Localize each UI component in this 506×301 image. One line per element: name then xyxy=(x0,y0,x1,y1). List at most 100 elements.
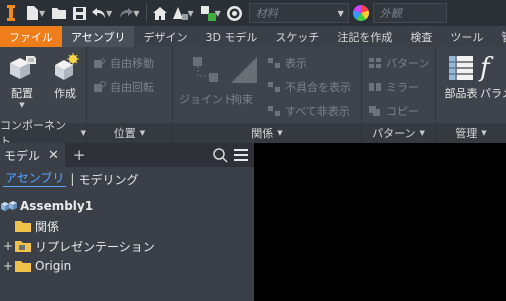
add-tab-icon[interactable]: + xyxy=(73,146,86,164)
free-rotate-button[interactable]: 自由回転 xyxy=(92,79,154,95)
tab-assembly[interactable]: アセンブリ xyxy=(62,26,135,47)
relationships-panel-title: 関係 xyxy=(251,127,274,140)
manage-panel-caret: ▼ xyxy=(481,129,487,137)
manage-panel: 部品表 f パラメ 管理▼ xyxy=(436,47,506,143)
material-dropdown-caret: ▼ xyxy=(337,8,344,18)
copy-button[interactable]: コピー xyxy=(368,103,419,119)
free-move-icon xyxy=(94,57,106,68)
manage-panel-title: 管理 xyxy=(455,127,478,140)
tree-node-representations[interactable]: + リプレゼンテーション xyxy=(0,236,254,256)
place-icon xyxy=(10,56,36,79)
manage-panel-footer[interactable]: 管理 ▼ xyxy=(436,123,506,143)
position-panel: 自由移動 自由回転 位置 ▼ xyxy=(87,47,173,143)
hide-all-icon xyxy=(268,106,280,116)
parameters-label: パラメ xyxy=(480,87,506,100)
show-sick-button[interactable]: 不具合を表示 xyxy=(267,79,351,95)
copy-icon xyxy=(369,106,380,116)
browser-tools xyxy=(212,147,250,163)
assembly-icon xyxy=(1,201,17,211)
pattern-button[interactable]: パターン xyxy=(368,55,429,71)
adjust-icon[interactable] xyxy=(225,3,245,23)
material-dropdown[interactable]: 材料 ▼ xyxy=(248,3,349,23)
inventor-app-icon[interactable] xyxy=(0,0,22,26)
position-panel-caret: ▼ xyxy=(139,129,146,137)
expand-icon[interactable]: + xyxy=(3,259,13,273)
redo-dropdown-caret[interactable]: ▼ xyxy=(133,9,139,18)
mirror-button[interactable]: ミラー xyxy=(368,79,419,95)
show-button[interactable]: 表示 xyxy=(267,55,307,71)
create-button[interactable]: 作成 xyxy=(47,53,83,101)
tab-tools[interactable]: ツール xyxy=(441,26,492,47)
pattern-panel-footer[interactable]: パターン ▼ xyxy=(362,123,435,143)
position-panel-title: 位置 xyxy=(113,127,136,140)
subtab-modeling[interactable]: モデリング xyxy=(78,171,138,188)
tree-node-assembly-root[interactable]: Assembly1 xyxy=(0,196,254,216)
constrain-icon xyxy=(231,57,257,83)
relationships-panel-footer[interactable]: 関係 ▼ xyxy=(173,123,361,143)
pattern-panel-title: パターン xyxy=(372,127,416,140)
copy-label: コピー xyxy=(386,105,419,118)
pattern-label: パターン xyxy=(386,57,430,70)
tree-node-origin[interactable]: + Origin xyxy=(0,256,254,276)
tab-3d-model[interactable]: 3D モデル xyxy=(196,26,266,47)
show-sick-icon xyxy=(268,82,280,92)
folder-icon xyxy=(15,261,31,272)
free-move-button[interactable]: 自由移動 xyxy=(92,55,154,71)
position-panel-footer[interactable]: 位置 ▼ xyxy=(87,123,172,143)
bom-label: 部品表 xyxy=(444,87,478,100)
tab-file[interactable]: ファイル xyxy=(0,26,62,47)
model-tab-label: モデル xyxy=(4,148,41,163)
create-label: 作成 xyxy=(54,87,76,100)
save-icon[interactable] xyxy=(69,3,89,23)
select-dropdown-caret[interactable]: ▼ xyxy=(187,9,193,18)
tab-sketch[interactable]: スケッチ xyxy=(266,26,328,47)
free-move-label: 自由移動 xyxy=(110,57,154,70)
create-icon xyxy=(55,53,79,80)
bom-table-icon xyxy=(449,56,473,80)
bom-button[interactable]: 部品表 xyxy=(440,53,482,101)
subtab-divider: | xyxy=(70,172,75,186)
mirror-icon xyxy=(369,83,381,91)
model-tab[interactable]: モデル ✕ xyxy=(0,143,65,167)
search-icon[interactable] xyxy=(212,147,228,163)
appearance-dropdown[interactable]: 外観 xyxy=(372,3,447,23)
open-folder-icon[interactable] xyxy=(49,3,69,23)
material-placeholder: 材料 xyxy=(255,7,278,20)
relationships-panel-caret: ▼ xyxy=(277,129,283,137)
show-icon xyxy=(268,58,280,68)
joint-icon xyxy=(193,57,218,82)
browser-tree: Assembly1 関係 + リプレゼンテーション + Origin xyxy=(0,191,254,276)
graphics-window[interactable] xyxy=(254,143,506,301)
close-icon[interactable]: ✕ xyxy=(48,148,59,163)
appearance-color-wheel-icon[interactable] xyxy=(351,3,371,23)
hide-all-button[interactable]: すべて非表示 xyxy=(267,103,350,119)
free-rotate-icon xyxy=(94,81,106,92)
parameters-button[interactable]: f パラメ xyxy=(480,53,506,101)
undo-dropdown-caret[interactable]: ▼ xyxy=(106,9,112,18)
place-dropdown-caret: ▼ xyxy=(19,101,25,109)
free-rotate-label: 自由回転 xyxy=(110,81,154,94)
update-dropdown-caret[interactable]: ▼ xyxy=(215,9,221,18)
pattern-panel: パターン ミラー コピー パターン ▼ xyxy=(362,47,436,143)
expand-icon[interactable]: + xyxy=(3,239,13,253)
subtab-assembly[interactable]: アセンブリ xyxy=(3,171,67,187)
tab-inspect[interactable]: 検査 xyxy=(401,26,441,47)
constrain-button[interactable]: 拘束 xyxy=(231,91,253,107)
new-dropdown-caret[interactable]: ▼ xyxy=(39,9,45,18)
appearance-placeholder: 外観 xyxy=(379,7,402,20)
toolbar-divider xyxy=(146,4,148,22)
place-button[interactable]: 配置 ▼ xyxy=(4,53,40,109)
component-panel-footer[interactable]: コンポーネント ▼ xyxy=(0,119,86,148)
joint-button[interactable]: ジョイント xyxy=(179,91,234,107)
pattern-icon xyxy=(369,58,381,68)
tree-node-relationships[interactable]: 関係 xyxy=(0,216,254,236)
tree-node-label: 関係 xyxy=(35,219,60,234)
browser-subtabs: アセンブリ | モデリング xyxy=(0,167,254,191)
ribbon: 配置 ▼ 作成 コンポーネント ▼ 自由移動 自由回転 位置 ▼ ジョイント 拘… xyxy=(0,47,506,148)
hamburger-menu-icon[interactable] xyxy=(232,147,250,163)
folder-icon xyxy=(15,221,31,232)
tab-manage[interactable]: 管理 xyxy=(492,26,506,47)
home-icon[interactable] xyxy=(150,3,170,23)
tab-annotate[interactable]: 注記を作成 xyxy=(328,26,401,47)
tab-design[interactable]: デザイン xyxy=(134,26,196,47)
